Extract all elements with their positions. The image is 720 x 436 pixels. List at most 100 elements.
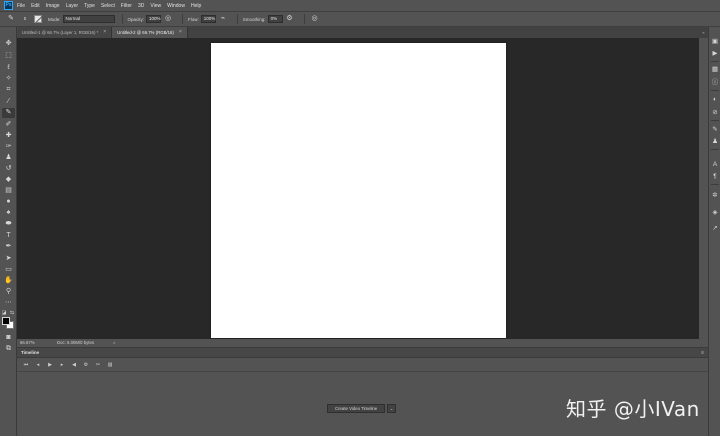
split-scissors-icon[interactable]: ✂ [92, 360, 104, 370]
healing-brush-tool-icon[interactable]: ✚ [2, 131, 15, 141]
clone-source-panel-icon[interactable]: ♟ [710, 137, 720, 147]
document-canvas[interactable] [211, 43, 506, 338]
menu-bar: Ps File Edit Image Layer Type Select Fil… [0, 0, 720, 11]
3d-panel-icon[interactable]: ✲ [710, 191, 720, 201]
go-to-first-frame-icon[interactable]: ⏮ [20, 360, 32, 370]
color-panel-icon[interactable]: ◐ [710, 95, 720, 105]
brush-tool-icon[interactable]: ✎ [2, 108, 15, 118]
smoothing-value: 0% [270, 16, 278, 21]
swatches-panel-icon[interactable]: ▦ [710, 65, 720, 75]
previous-frame-icon[interactable]: ◂ [32, 360, 44, 370]
paragraph-panel-icon[interactable]: ¶ [710, 172, 720, 182]
character-panel-icon[interactable]: A [710, 160, 720, 170]
info-panel-icon[interactable]: ⓘ [710, 78, 720, 88]
quick-mask-icon[interactable]: ◙ [2, 333, 15, 343]
status-menu-arrow[interactable]: > [113, 339, 115, 347]
brush-preset-icon[interactable]: ✎ [6, 14, 16, 24]
menu-select[interactable]: Select [101, 3, 115, 9]
history-panel-icon[interactable]: ▣ [710, 37, 720, 47]
eyedropper-tool-icon[interactable]: ⁄ [2, 97, 15, 107]
mixer-brush-tool-icon[interactable]: ✑ [2, 142, 15, 152]
close-icon[interactable]: × [179, 27, 182, 38]
pen-tool-icon[interactable]: ✒ [2, 242, 15, 252]
menu-window[interactable]: Window [167, 3, 185, 9]
zoom-tool-icon[interactable]: ⚲ [2, 287, 15, 297]
tab-untitled-1[interactable]: Untitled-1 @ 66.7% (Layer 1, RGB/16) * × [17, 27, 113, 38]
collapse-panels-icon[interactable]: « [699, 27, 708, 38]
move-tool-icon[interactable]: ✥ [2, 39, 15, 49]
canvas-workspace[interactable] [17, 38, 699, 339]
options-separator [182, 14, 184, 24]
create-video-timeline-button[interactable]: Create Video Timeline [327, 404, 386, 413]
layers-panel-icon[interactable]: ◈ [710, 208, 720, 218]
menu-layer[interactable]: Layer [66, 3, 79, 9]
menu-3d[interactable]: 3D [138, 3, 144, 9]
zoom-level[interactable]: 66.67% [20, 339, 35, 347]
close-icon[interactable]: × [103, 27, 106, 38]
brush-settings-toggle-icon[interactable] [34, 15, 42, 23]
eraser-tool-icon[interactable]: ◆ [2, 175, 15, 185]
airbrush-icon[interactable]: ⌁ [218, 14, 228, 24]
brush-size-picker[interactable]: 5 [20, 14, 30, 24]
magic-wand-tool-icon[interactable]: ✧ [2, 74, 15, 84]
pressure-size-icon[interactable]: ◎ [310, 14, 320, 24]
smoothing-label: Smoothing: [242, 16, 266, 22]
menu-filter[interactable]: Filter [121, 3, 132, 9]
clone-stamp-tool-icon[interactable]: ♟ [2, 153, 15, 163]
foreground-color-swatch[interactable] [2, 317, 10, 325]
menu-view[interactable]: View [150, 3, 161, 9]
tab-label: Untitled-1 @ 66.7% (Layer 1, RGB/16) * [22, 30, 99, 35]
next-frame-icon[interactable]: ▸ [56, 360, 68, 370]
edit-toolbar-icon[interactable]: ⋯ [2, 298, 15, 308]
right-panel-strip: ▣ ▶ ▦ ⓘ ◐ ⊘ ✎ ♟ A ¶ ✲ ◈ ↗ [708, 27, 720, 436]
transition-icon[interactable]: ▨ [104, 360, 116, 370]
mode-select[interactable]: Normal [62, 15, 115, 23]
mode-label: Mode: [48, 16, 61, 22]
menu-file[interactable]: File [17, 3, 25, 9]
smoothing-options-gear-icon[interactable]: ⚙ [285, 14, 295, 24]
rectangle-tool-icon[interactable]: ▭ [2, 265, 15, 275]
adjustments-panel-icon[interactable]: ⊘ [710, 108, 720, 118]
actions-panel-icon[interactable]: ▶ [710, 49, 720, 59]
screen-mode-icon[interactable]: ⧉ [2, 344, 15, 354]
brush-settings-panel-icon[interactable]: ✎ [710, 125, 720, 135]
path-selection-tool-icon[interactable]: ➤ [2, 254, 15, 264]
opacity-field[interactable]: 100% [146, 15, 162, 23]
menu-edit[interactable]: Edit [31, 3, 40, 9]
panel-separator [711, 120, 719, 121]
paths-panel-icon[interactable]: ↗ [710, 224, 720, 234]
menu-image[interactable]: Image [46, 3, 60, 9]
pencil-tool-icon[interactable]: ✐ [2, 120, 15, 130]
crop-tool-icon[interactable]: ⌗ [2, 85, 15, 95]
flow-field[interactable]: 100% [200, 15, 216, 23]
timeline-title[interactable]: Timeline [21, 348, 39, 358]
tab-untitled-2[interactable]: Untitled-2 @ 66.7% (RGB/16) × [112, 27, 188, 38]
blur-tool-icon[interactable]: ● [2, 197, 15, 207]
opacity-value: 100% [149, 16, 161, 21]
menu-type[interactable]: Type [84, 3, 95, 9]
sponge-tool-icon[interactable]: ⬬ [2, 219, 15, 229]
pressure-opacity-icon[interactable]: ◎ [163, 14, 173, 24]
hand-tool-icon[interactable]: ✋ [2, 276, 15, 286]
panel-menu-icon[interactable]: ≡ [701, 348, 704, 358]
panel-separator [711, 184, 719, 185]
document-tab-bar: Untitled-1 @ 66.7% (Layer 1, RGB/16) * ×… [17, 27, 699, 38]
timeline-panel: Timeline ≡ ⏮ ◂ ▶ ▸ ◀ ⚙ ✂ ▨ Create Video … [17, 347, 708, 436]
lasso-tool-icon[interactable]: ℓ [2, 63, 15, 73]
panel-separator [711, 149, 719, 150]
options-bar: ✎ 5 Mode: Normal Opacity: 100% ◎ Flow: 1… [0, 11, 720, 27]
history-brush-tool-icon[interactable]: ↺ [2, 164, 15, 174]
menu-help[interactable]: Help [191, 3, 201, 9]
smoothing-field[interactable]: 0% [267, 15, 283, 23]
dodge-tool-icon[interactable]: ♠ [2, 208, 15, 218]
chevron-down-icon[interactable]: ⌄ [387, 404, 396, 413]
type-tool-icon[interactable]: T [2, 231, 15, 241]
marquee-tool-icon[interactable]: ⬚ [2, 51, 15, 61]
flow-label: Flow: [188, 16, 199, 22]
audio-icon[interactable]: ◀ [68, 360, 80, 370]
play-icon[interactable]: ▶ [44, 360, 56, 370]
settings-gear-icon[interactable]: ⚙ [80, 360, 92, 370]
panel-separator [711, 90, 719, 91]
gradient-tool-icon[interactable]: ▤ [2, 186, 15, 196]
status-bar: 66.67% Doc: 6.00M/0 bytes > [17, 339, 699, 347]
